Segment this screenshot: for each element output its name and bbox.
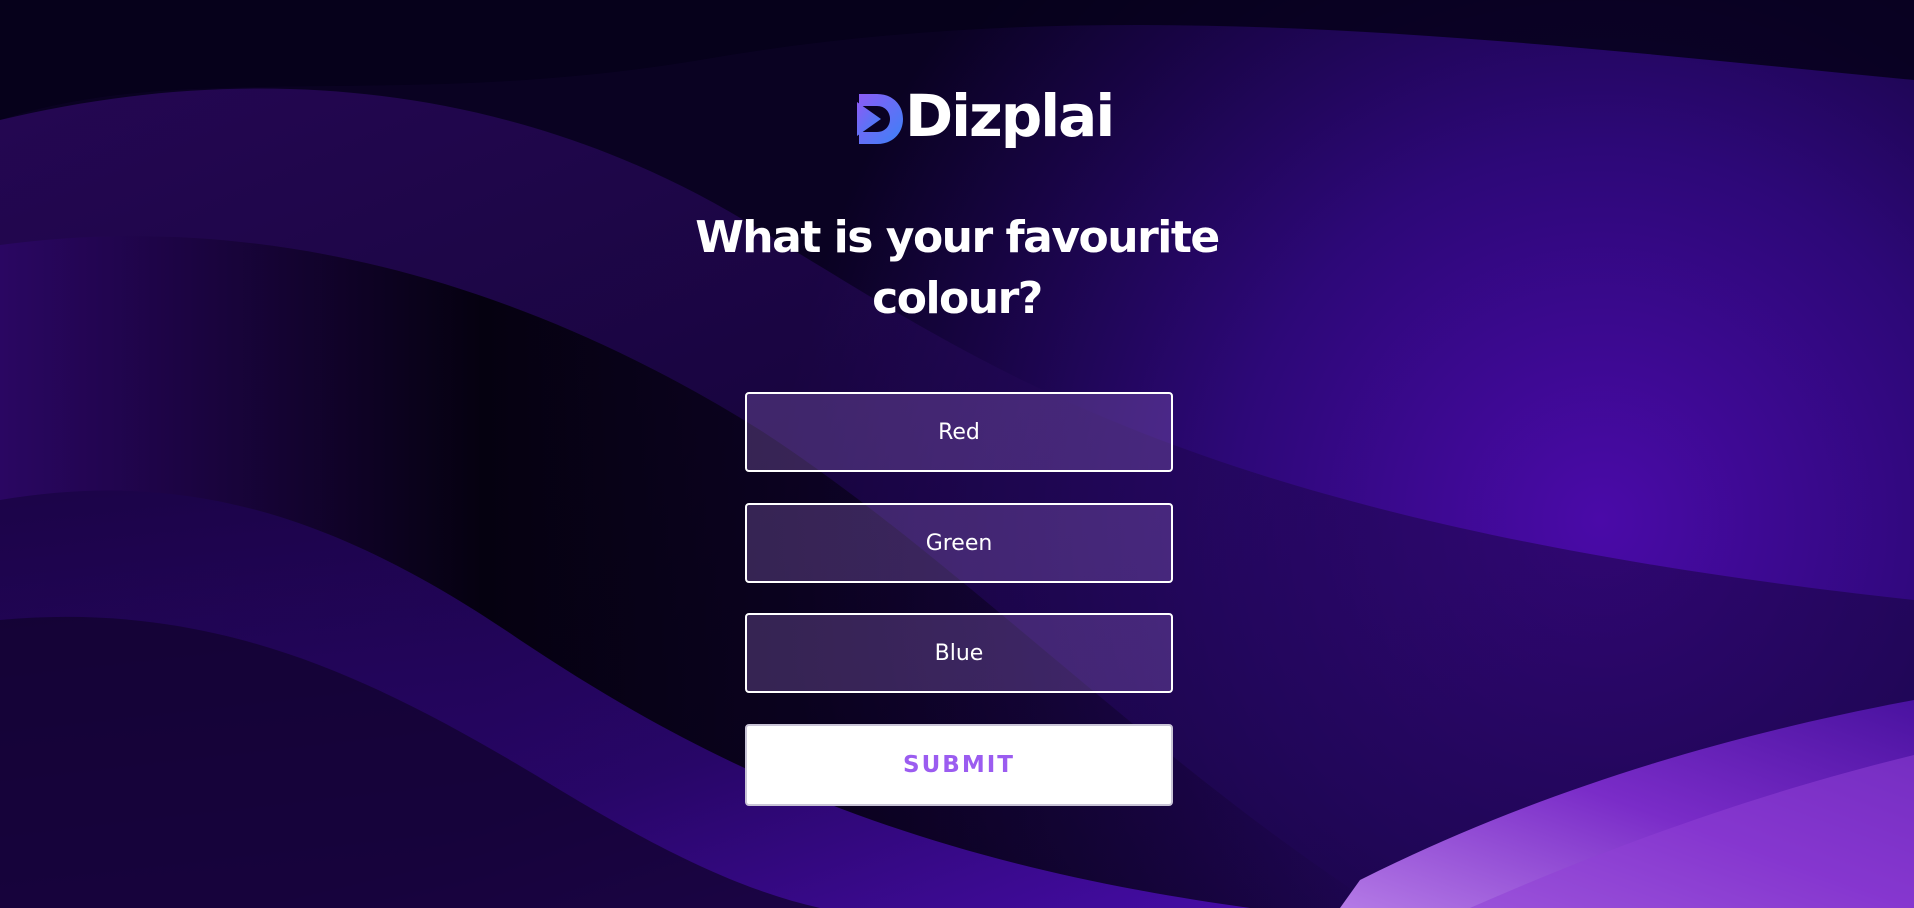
option-green-button[interactable]: Green — [745, 503, 1173, 583]
option-blue-button[interactable]: Blue — [745, 613, 1173, 693]
option-label: Red — [938, 419, 980, 445]
play-triangle-d-icon — [857, 94, 903, 144]
option-label: Blue — [934, 640, 984, 666]
submit-button[interactable]: SUBMIT — [745, 724, 1173, 806]
option-red-button[interactable]: Red — [745, 392, 1173, 472]
poll-page: Dizplai What is your favourite colour? R… — [0, 0, 1914, 908]
submit-label: SUBMIT — [903, 752, 1015, 778]
option-label: Green — [925, 530, 993, 556]
poll-question: What is your favourite colour? — [695, 212, 1220, 324]
brand-logo: Dizplai — [857, 82, 1115, 154]
brand-name: Dizplai — [905, 82, 1115, 150]
